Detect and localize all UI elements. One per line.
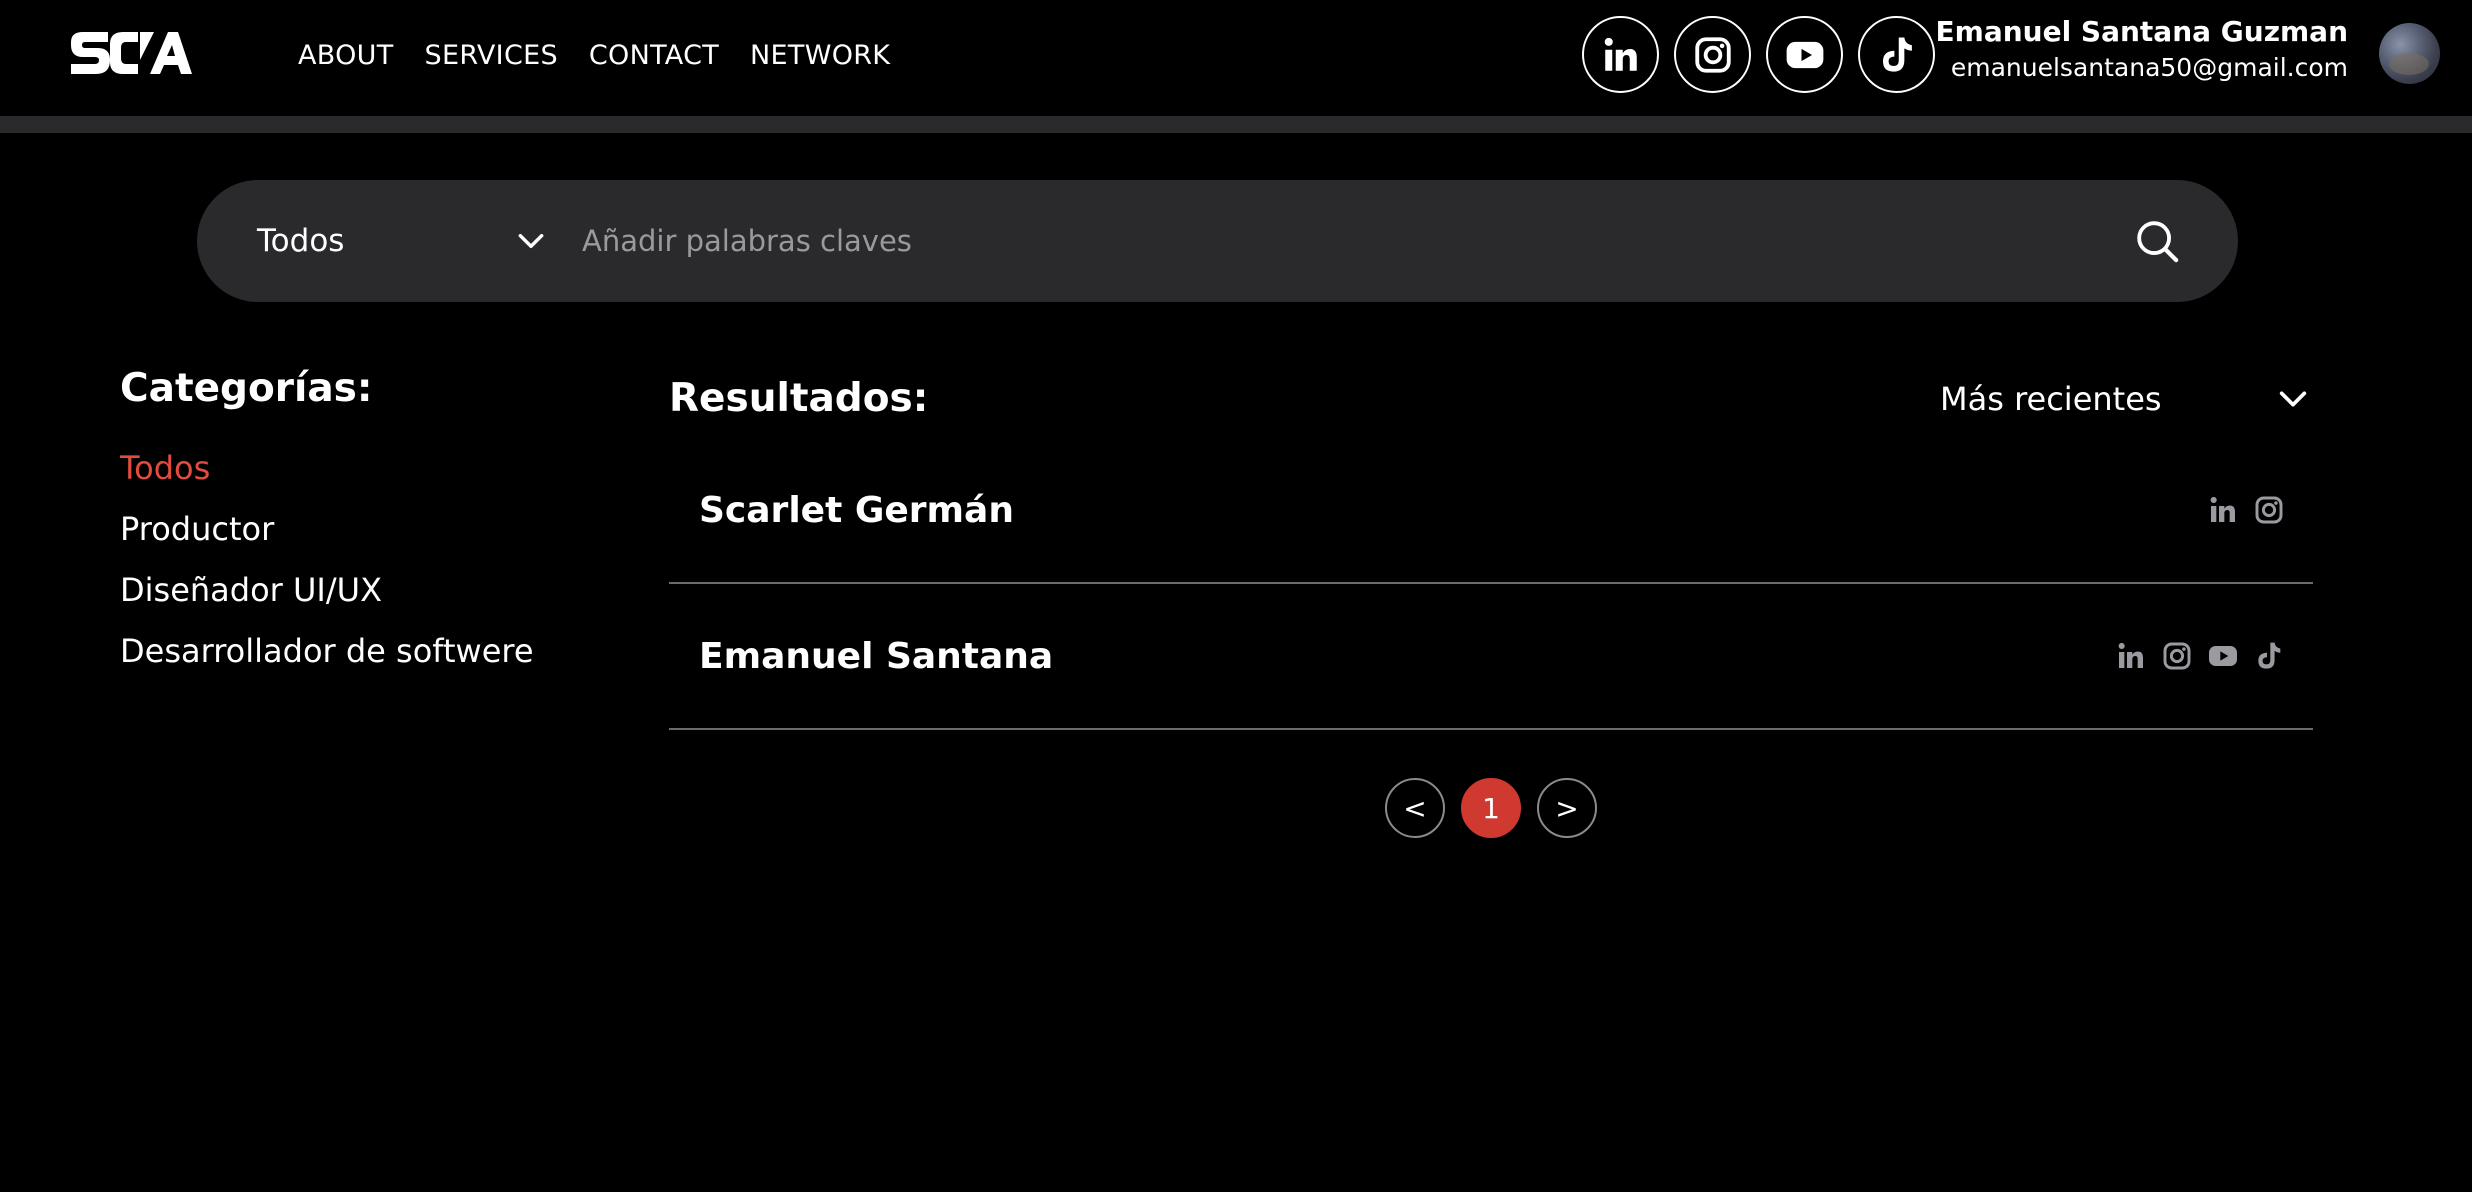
tiktok-icon[interactable] [2253,640,2285,672]
instagram-button[interactable] [1674,16,1751,93]
nav-services[interactable]: SERVICES [425,40,558,71]
linkedin-icon [1604,37,1637,71]
linkedin-icon[interactable] [2207,494,2239,526]
social-links [1582,16,1935,93]
search-bar: Todos [197,180,2238,302]
category-item-desarrollador[interactable]: Desarrollador de softwere [120,628,534,689]
pagination: < 1 > [1385,778,1597,838]
instagram-icon[interactable] [2161,640,2193,672]
chevron-down-icon [2279,391,2307,407]
youtube-button[interactable] [1766,16,1843,93]
header-divider-bar [0,116,2472,133]
category-select[interactable]: Todos [257,180,547,302]
youtube-icon[interactable] [2207,640,2239,672]
result-name[interactable]: Scarlet Germán [699,438,1014,584]
user-name: Emanuel Santana Guzman [1935,15,2348,48]
instagram-icon [1694,36,1731,73]
user-info[interactable]: Emanuel Santana Guzman emanuelsantana50@… [1936,12,2348,84]
sca-logo-mark [71,32,192,74]
result-social-icons [2207,494,2285,526]
nav-network[interactable]: NETWORK [750,40,890,71]
top-header: ABOUT SERVICES CONTACT NETWORK Emanuel S… [0,0,2472,116]
chevron-down-icon [518,233,544,249]
search-icon [2137,221,2179,263]
linkedin-icon[interactable] [2115,640,2147,672]
prev-page-button[interactable]: < [1385,778,1445,838]
linkedin-button[interactable] [1582,16,1659,93]
category-select-value: Todos [257,223,345,259]
result-row[interactable]: Scarlet Germán [669,438,2313,584]
search-button[interactable] [2134,218,2180,264]
categories-title: Categorías: [120,366,373,411]
page-1-button[interactable]: 1 [1461,778,1521,838]
instagram-icon[interactable] [2253,494,2285,526]
avatar[interactable] [2379,23,2440,84]
tiktok-icon [1882,37,1912,72]
sort-select[interactable]: Más recientes [1940,374,2310,424]
main-nav: ABOUT SERVICES CONTACT NETWORK [298,0,890,110]
youtube-icon [1786,41,1823,68]
category-list: Todos Productor Diseñador UI/UX Desarrol… [120,445,534,689]
result-row[interactable]: Emanuel Santana [669,584,2313,730]
result-social-icons [2115,640,2285,672]
search-input[interactable] [582,214,1982,268]
category-item-disenador-ui-ux[interactable]: Diseñador UI/UX [120,567,534,628]
next-page-button[interactable]: > [1537,778,1597,838]
sort-select-value: Más recientes [1940,380,2162,418]
results-title: Resultados: [669,376,929,421]
nav-contact[interactable]: CONTACT [589,40,719,71]
user-email: emanuelsantana50@gmail.com [1950,53,2348,82]
category-item-productor[interactable]: Productor [120,506,534,567]
result-name[interactable]: Emanuel Santana [699,584,1053,730]
category-item-todos[interactable]: Todos [120,445,534,506]
brand-logo[interactable] [68,30,194,76]
nav-about[interactable]: ABOUT [298,40,394,71]
tiktok-button[interactable] [1858,16,1935,93]
